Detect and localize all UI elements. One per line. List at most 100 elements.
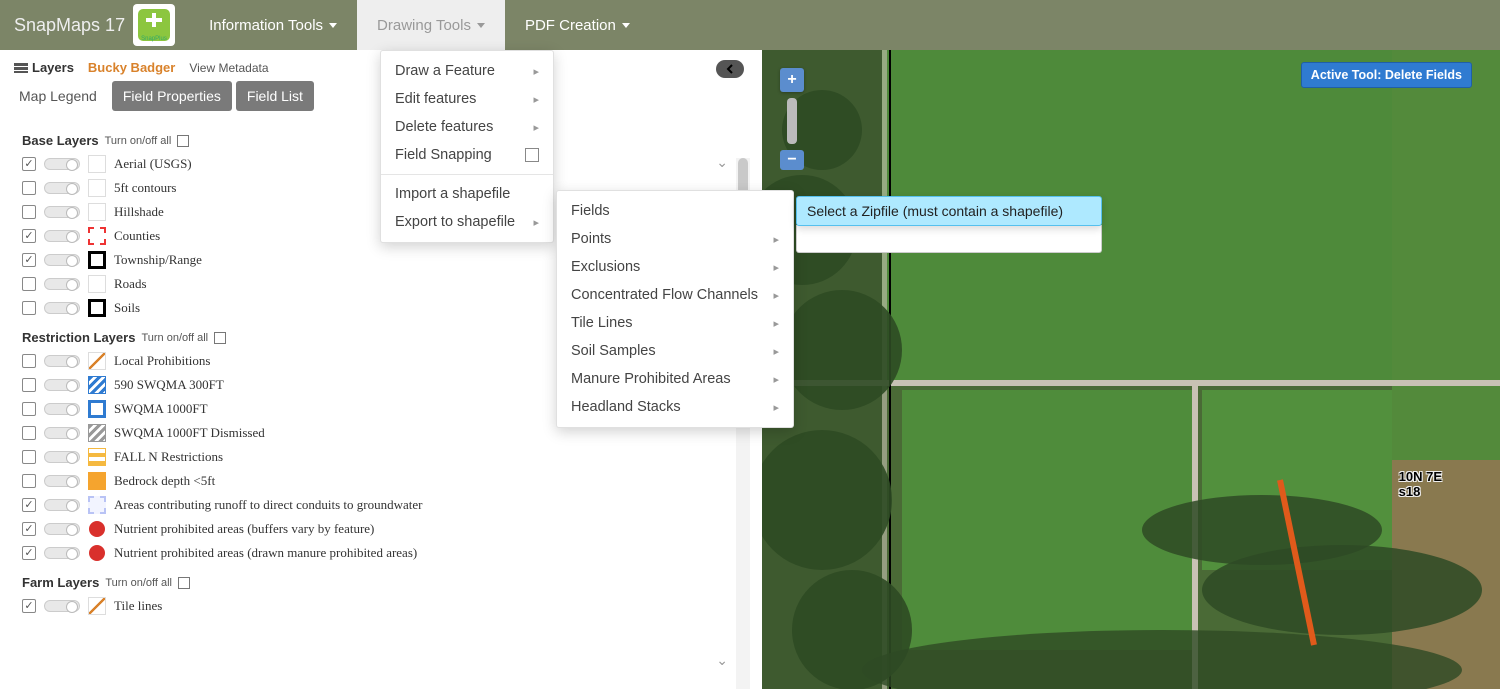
layer-label: Soils <box>114 300 140 316</box>
layer-checkbox[interactable] <box>22 402 36 416</box>
layer-opacity-slider[interactable] <box>44 302 80 314</box>
layer-checkbox[interactable] <box>22 181 36 195</box>
section-title: Base Layers <box>22 133 99 148</box>
layer-opacity-slider[interactable] <box>44 254 80 266</box>
layer-opacity-slider[interactable] <box>44 451 80 463</box>
layer-checkbox[interactable] <box>22 205 36 219</box>
brand-logo: SnapPlus <box>133 4 175 46</box>
chevron-right-icon: ▸ <box>533 121 539 134</box>
layer-opacity-slider[interactable] <box>44 523 80 535</box>
nav-information-tools[interactable]: Information Tools <box>189 0 357 50</box>
layer-checkbox[interactable] <box>22 378 36 392</box>
layer-checkbox[interactable] <box>22 599 36 613</box>
layer-checkbox[interactable] <box>22 498 36 512</box>
navbar: SnapMaps 17 SnapPlus Information Tools D… <box>0 0 1500 50</box>
zoom-slider[interactable] <box>787 98 797 144</box>
menu-label: Field Snapping <box>395 147 492 163</box>
menu-label: Points <box>571 231 611 247</box>
layer-swatch-icon <box>88 400 106 418</box>
menu-label: Exclusions <box>571 259 640 275</box>
layer-opacity-slider[interactable] <box>44 403 80 415</box>
menu-draw-feature[interactable]: Draw a Feature ▸ <box>381 57 553 85</box>
layer-checkbox[interactable] <box>22 229 36 243</box>
layer-checkbox[interactable] <box>22 522 36 536</box>
tab-field-properties[interactable]: Field Properties <box>112 81 232 111</box>
menu-divider <box>381 174 553 175</box>
import-headland-stacks[interactable]: Headland Stacks ▸ <box>557 393 793 421</box>
zoom-control: + − <box>780 68 804 170</box>
chevron-right-icon: ▸ <box>773 289 779 302</box>
import-soil-samples[interactable]: Soil Samples ▸ <box>557 337 793 365</box>
menu-import-shapefile[interactable]: Import a shapefile <box>381 180 553 208</box>
zoom-in-button[interactable]: + <box>780 68 804 92</box>
import-fields[interactable]: Fields <box>557 197 793 225</box>
layer-swatch-icon <box>88 299 106 317</box>
layer-checkbox[interactable] <box>22 546 36 560</box>
layer-label: SWQMA 1000FT Dismissed <box>114 425 265 441</box>
layer-swatch-icon <box>88 376 106 394</box>
layer-opacity-slider[interactable] <box>44 547 80 559</box>
chevron-right-icon: ▸ <box>773 401 779 414</box>
menu-label: Concentrated Flow Channels <box>571 287 758 303</box>
tab-field-list[interactable]: Field List <box>236 81 314 111</box>
menu-label: Tile Lines <box>571 315 633 331</box>
import-points[interactable]: Points ▸ <box>557 225 793 253</box>
menu-export-shapefile[interactable]: Export to shapefile ▸ <box>381 208 553 236</box>
map-view[interactable]: + − Active Tool: Delete Fields 10N 7E s1… <box>762 50 1500 689</box>
layer-opacity-slider[interactable] <box>44 206 80 218</box>
layer-opacity-slider[interactable] <box>44 355 80 367</box>
layer-label: 590 SWQMA 300FT <box>114 377 224 393</box>
nav-label: Drawing Tools <box>377 17 471 34</box>
layer-opacity-slider[interactable] <box>44 230 80 242</box>
view-metadata-link[interactable]: View Metadata <box>189 61 268 75</box>
tab-map-legend[interactable]: Map Legend <box>8 81 108 111</box>
toggle-all-checkbox[interactable] <box>214 332 226 344</box>
menu-delete-features[interactable]: Delete features ▸ <box>381 113 553 141</box>
layer-row: FALL N Restrictions <box>22 445 750 469</box>
layer-opacity-slider[interactable] <box>44 600 80 612</box>
layer-opacity-slider[interactable] <box>44 182 80 194</box>
layer-checkbox[interactable] <box>22 157 36 171</box>
layer-checkbox[interactable] <box>22 426 36 440</box>
caret-down-icon <box>477 23 485 28</box>
section-subtitle: Turn on/off all <box>105 135 172 147</box>
collapse-sidebar-button[interactable] <box>716 60 744 78</box>
layer-opacity-slider[interactable] <box>44 379 80 391</box>
zoom-out-button[interactable]: − <box>780 150 804 170</box>
layer-opacity-slider[interactable] <box>44 158 80 170</box>
accordion-toggle-base[interactable]: ⌄ <box>716 154 728 171</box>
layer-label: Township/Range <box>114 252 202 268</box>
layer-opacity-slider[interactable] <box>44 427 80 439</box>
accordion-toggle-farm[interactable]: ⌄ <box>716 652 728 669</box>
chevron-right-icon: ▸ <box>773 373 779 386</box>
toggle-all-checkbox[interactable] <box>178 577 190 589</box>
layer-opacity-slider[interactable] <box>44 475 80 487</box>
layer-checkbox[interactable] <box>22 301 36 315</box>
import-tile-lines[interactable]: Tile Lines ▸ <box>557 309 793 337</box>
layer-checkbox[interactable] <box>22 277 36 291</box>
drawing-tools-menu: Draw a Feature ▸ Edit features ▸ Delete … <box>380 50 554 243</box>
callout-body <box>796 225 1102 253</box>
user-name[interactable]: Bucky Badger <box>88 60 175 75</box>
toggle-all-checkbox[interactable] <box>177 135 189 147</box>
import-cfc[interactable]: Concentrated Flow Channels ▸ <box>557 281 793 309</box>
layer-opacity-slider[interactable] <box>44 278 80 290</box>
chevron-right-icon: ▸ <box>773 261 779 274</box>
import-manure-prohibited[interactable]: Manure Prohibited Areas ▸ <box>557 365 793 393</box>
nav-drawing-tools[interactable]: Drawing Tools <box>357 0 505 50</box>
layer-checkbox[interactable] <box>22 354 36 368</box>
layer-checkbox[interactable] <box>22 253 36 267</box>
menu-field-snapping[interactable]: Field Snapping <box>381 141 553 169</box>
import-exclusions[interactable]: Exclusions ▸ <box>557 253 793 281</box>
layer-opacity-slider[interactable] <box>44 499 80 511</box>
layer-checkbox[interactable] <box>22 450 36 464</box>
nav-pdf-creation[interactable]: PDF Creation <box>505 0 650 50</box>
layer-checkbox[interactable] <box>22 474 36 488</box>
layer-swatch-icon <box>88 203 106 221</box>
svg-text:SnapPlus: SnapPlus <box>141 36 167 42</box>
field-snapping-checkbox[interactable] <box>525 148 539 162</box>
menu-label: Soil Samples <box>571 343 656 359</box>
menu-edit-features[interactable]: Edit features ▸ <box>381 85 553 113</box>
layer-label: Hillshade <box>114 204 164 220</box>
select-zipfile-callout[interactable]: Select a Zipfile (must contain a shapefi… <box>796 196 1102 226</box>
